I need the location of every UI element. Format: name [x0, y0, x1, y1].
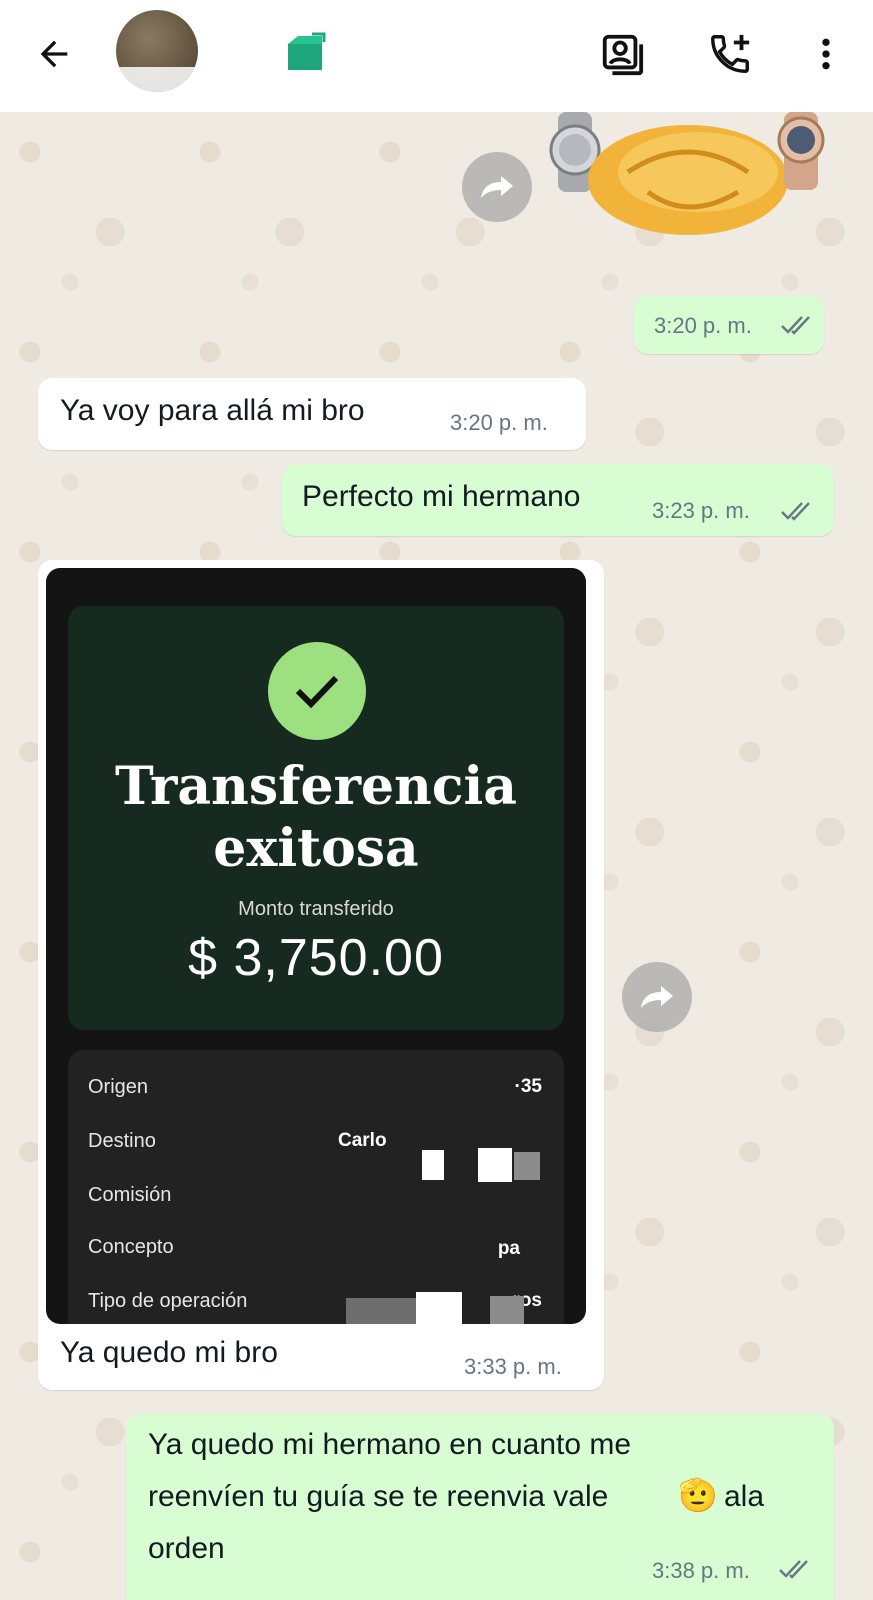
salute-emoji: 🫡 [678, 1477, 718, 1513]
message-text-line: orden [148, 1532, 225, 1565]
message-time: 3:23 p. m. [652, 498, 750, 523]
green-app-icon[interactable] [286, 30, 330, 74]
forward-button[interactable] [462, 152, 532, 222]
redaction [478, 1148, 512, 1182]
redaction [416, 1292, 462, 1324]
read-ticks-icon [781, 502, 810, 521]
outgoing-message[interactable]: Ya quedo mi hermano en cuanto me reenvíe… [126, 1414, 834, 1600]
message-time: 3:20 p. m. [450, 410, 548, 435]
chat-header [0, 0, 873, 112]
forward-icon [641, 986, 673, 1008]
redaction [490, 1296, 524, 1324]
message-time: 3:33 p. m. [464, 1354, 562, 1379]
contact-card-button[interactable] [592, 24, 652, 84]
forward-button[interactable] [622, 962, 692, 1032]
success-check-icon [268, 642, 366, 740]
message-text: Ya voy para allá mi bro [60, 394, 365, 427]
incoming-message[interactable]: Ya voy para allá mi bro 3:20 p. m. [38, 378, 586, 450]
handshake-watches-sticker[interactable] [548, 112, 828, 242]
receipt-row-label: Destino [88, 1130, 156, 1152]
back-button[interactable] [24, 24, 84, 84]
receipt-row-label: Tipo de operación [88, 1290, 248, 1312]
receipt-row-value: ·35 [514, 1076, 542, 1097]
message-text: Perfecto mi hermano [302, 480, 581, 513]
read-ticks-icon [781, 316, 810, 335]
transfer-receipt-image[interactable]: Transferencia exitosa Monto transferido … [46, 568, 586, 1324]
arrow-left-icon [40, 40, 68, 68]
message-text-line: reenvíen tu guía se te reenvia vale [148, 1480, 609, 1513]
message-time: 3:20 p. m. [654, 313, 752, 338]
receipt-details: Origen ·35 Destino Carlo Comisión Concep… [68, 1050, 564, 1324]
message-text-line: ala [724, 1480, 765, 1513]
redaction [422, 1150, 444, 1180]
contact-avatar[interactable] [116, 10, 198, 92]
receipt-row-label: Comisión [88, 1184, 172, 1206]
more-vertical-icon [822, 38, 830, 70]
chat-area[interactable]: 3:20 p. m. Ya voy para allá mi bro 3:20 … [0, 112, 873, 1600]
receipt-amount: $ 3,750.00 [188, 929, 444, 987]
redaction [514, 1152, 540, 1180]
outgoing-message[interactable]: Perfecto mi hermano 3:23 p. m. [282, 464, 834, 536]
incoming-image-message[interactable]: Transferencia exitosa Monto transferido … [38, 560, 604, 1390]
receipt-subtitle: Monto transferido [238, 898, 394, 920]
receipt-summary: Transferencia exitosa Monto transferido … [68, 606, 564, 1030]
receipt-row-label: Concepto [88, 1236, 174, 1258]
more-options-button[interactable] [796, 24, 856, 84]
forward-icon [481, 176, 513, 198]
message-text-line: Ya quedo mi hermano en cuanto me [148, 1428, 632, 1461]
receipt-title: Transferencia exitosa [115, 756, 517, 879]
read-ticks-icon [779, 1560, 808, 1579]
sticker-time-bubble: 3:20 p. m. [634, 296, 824, 354]
message-time: 3:38 p. m. [652, 1558, 750, 1583]
receipt-row-value: Carlo [338, 1130, 387, 1151]
contact-card-icon [602, 34, 644, 76]
add-call-icon [711, 34, 750, 73]
image-caption: Ya quedo mi bro [60, 1336, 278, 1369]
add-call-button[interactable] [700, 24, 760, 84]
receipt-row-value: pa [497, 1238, 520, 1259]
redaction [346, 1298, 416, 1324]
receipt-row-label: Origen [88, 1076, 149, 1098]
